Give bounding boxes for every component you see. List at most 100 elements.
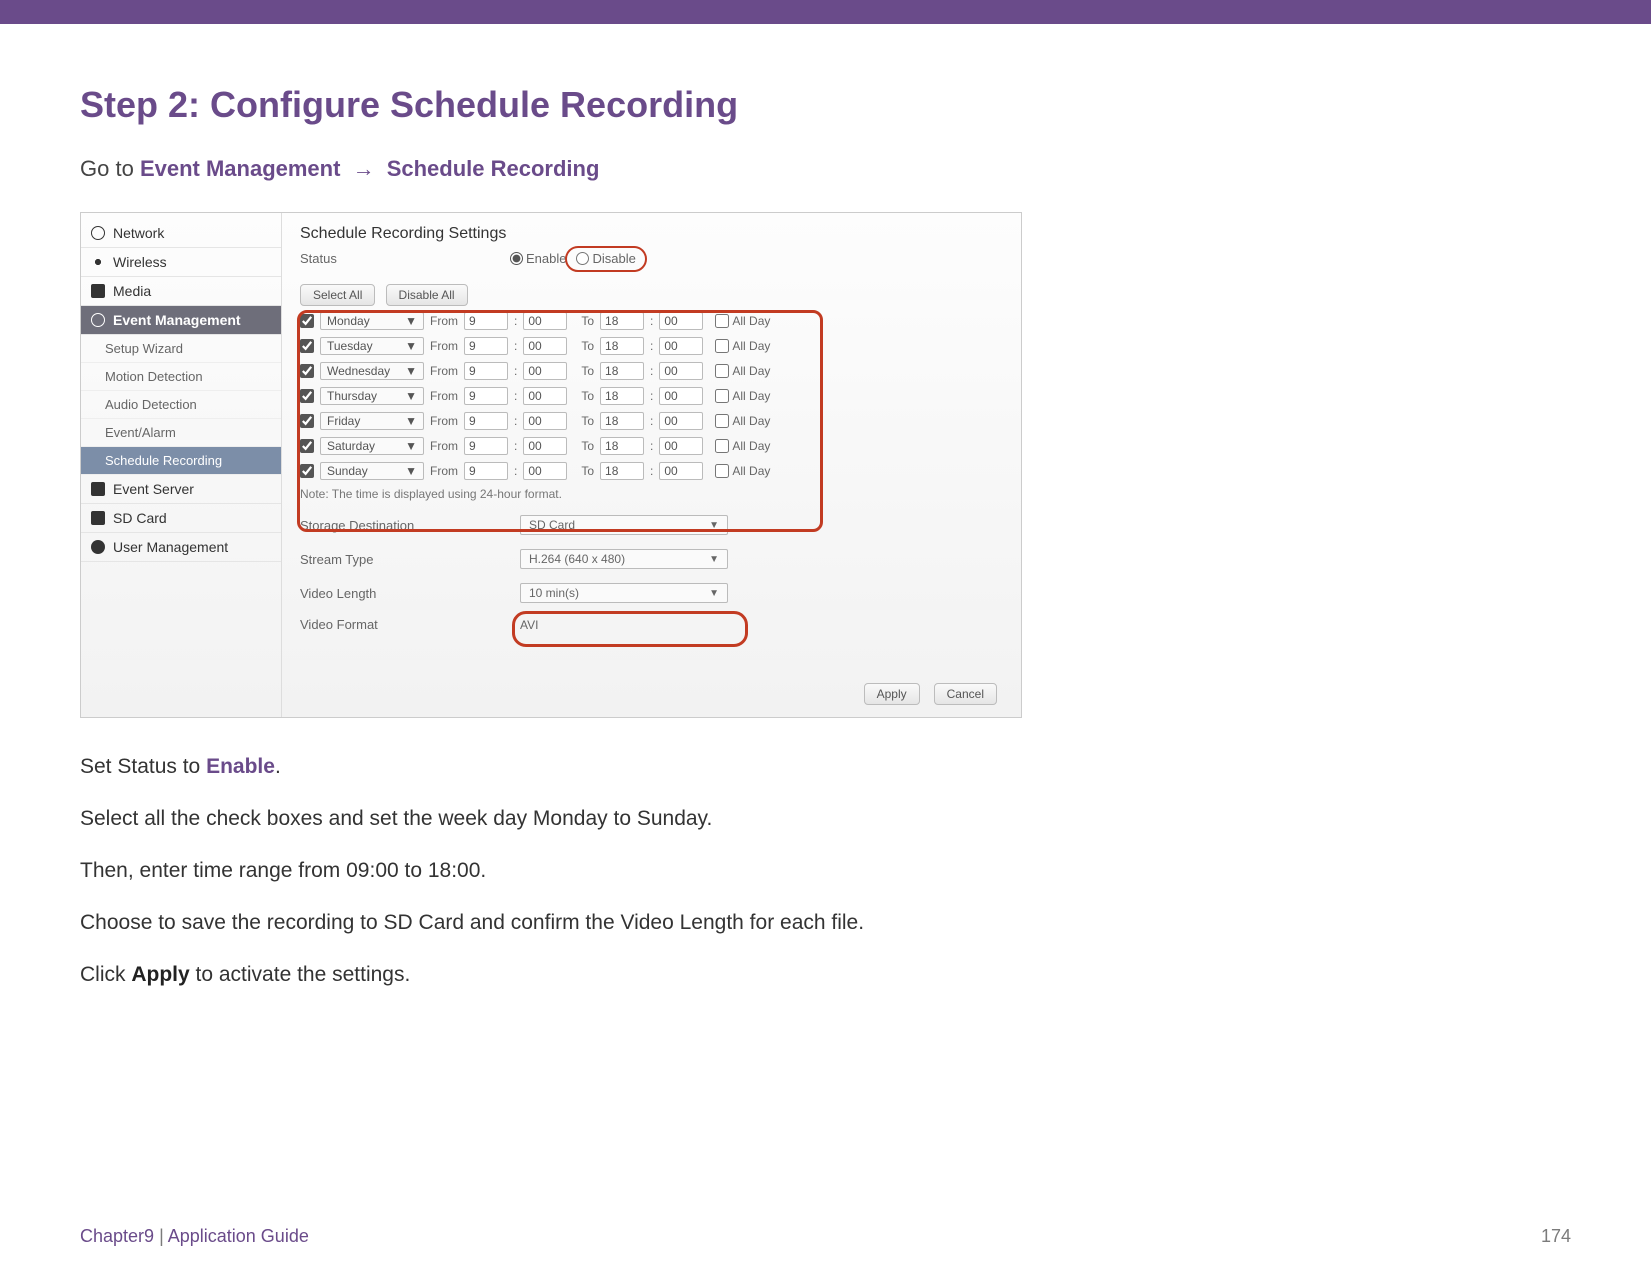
to-hour-input[interactable]: 18 <box>600 437 644 455</box>
from-min-input[interactable]: 00 <box>523 312 567 330</box>
colon-sep: : <box>514 364 517 378</box>
video-length-label: Video Length <box>300 586 520 601</box>
from-hour-input[interactable]: 9 <box>464 362 508 380</box>
from-min-input[interactable]: 00 <box>523 412 567 430</box>
status-row: Status Enable Disable <box>300 251 1003 266</box>
all-day-checkbox[interactable]: All Day <box>715 389 770 403</box>
video-length-row: Video Length 10 min(s)▼ <box>300 583 1003 603</box>
sidebar-item-audio-detection[interactable]: Audio Detection <box>81 391 281 419</box>
apply-button[interactable]: Apply <box>864 683 920 705</box>
sidebar-item-schedule-recording[interactable]: Schedule Recording <box>81 447 281 475</box>
chevron-down-icon: ▼ <box>405 314 417 328</box>
from-hour-input[interactable]: 9 <box>464 337 508 355</box>
from-min-input[interactable]: 00 <box>523 387 567 405</box>
day-checkbox[interactable] <box>300 464 314 478</box>
status-enable-radio[interactable]: Enable <box>510 251 566 266</box>
from-hour-input[interactable]: 9 <box>464 437 508 455</box>
storage-select[interactable]: SD Card▼ <box>520 515 728 535</box>
goto-prefix: Go to <box>80 156 134 181</box>
to-min-input[interactable]: 00 <box>659 337 703 355</box>
to-hour-input[interactable]: 18 <box>600 412 644 430</box>
cancel-button[interactable]: Cancel <box>934 683 997 705</box>
from-hour-input[interactable]: 9 <box>464 412 508 430</box>
day-select[interactable]: Monday▼ <box>320 312 424 330</box>
to-min-input[interactable]: 00 <box>659 387 703 405</box>
step-heading: Step 2: Configure Schedule Recording <box>80 84 1571 126</box>
day-checkbox[interactable] <box>300 314 314 328</box>
from-min-input[interactable]: 00 <box>523 337 567 355</box>
instruction-line-1: Set Status to Enable. <box>80 746 1571 788</box>
sidebar-item-media[interactable]: Media <box>81 277 281 306</box>
goto-path-2: Schedule Recording <box>387 156 600 181</box>
to-min-input[interactable]: 00 <box>659 412 703 430</box>
all-day-checkbox[interactable]: All Day <box>715 314 770 328</box>
day-select[interactable]: Thursday▼ <box>320 387 424 405</box>
from-hour-input[interactable]: 9 <box>464 312 508 330</box>
all-day-checkbox[interactable]: All Day <box>715 414 770 428</box>
from-hour-input[interactable]: 9 <box>464 462 508 480</box>
sidebar-item-event-server[interactable]: Event Server <box>81 475 281 504</box>
status-disable-radio[interactable]: Disable <box>576 251 635 266</box>
instr5-a: Click <box>80 963 131 986</box>
sidebar-item-setup-wizard[interactable]: Setup Wizard <box>81 335 281 363</box>
chevron-down-icon: ▼ <box>405 339 417 353</box>
schedule-table: Monday▼From9:00To18:00 All DayTuesday▼Fr… <box>300 312 1003 480</box>
sidebar-item-event-management[interactable]: Event Management <box>81 306 281 335</box>
arrow-icon: → <box>353 156 375 182</box>
day-select[interactable]: Wednesday▼ <box>320 362 424 380</box>
to-min-input[interactable]: 00 <box>659 312 703 330</box>
disable-all-button[interactable]: Disable All <box>386 284 468 306</box>
footer-sep: | <box>154 1226 168 1246</box>
from-min-input[interactable]: 00 <box>523 362 567 380</box>
day-select[interactable]: Friday▼ <box>320 412 424 430</box>
from-min-input[interactable]: 00 <box>523 437 567 455</box>
chevron-down-icon: ▼ <box>709 588 719 599</box>
select-all-button[interactable]: Select All <box>300 284 375 306</box>
to-hour-input[interactable]: 18 <box>600 462 644 480</box>
time-format-note: Note: The time is displayed using 24-hou… <box>300 487 1003 501</box>
instruction-line-5: Click Apply to activate the settings. <box>80 954 1571 996</box>
all-day-label: All Day <box>732 314 770 328</box>
to-hour-input[interactable]: 18 <box>600 312 644 330</box>
chevron-down-icon: ▼ <box>709 554 719 565</box>
day-checkbox[interactable] <box>300 389 314 403</box>
page-footer: Chapter9 | Application Guide 174 <box>80 1226 1571 1247</box>
user-icon <box>91 540 105 554</box>
from-min-input[interactable]: 00 <box>523 462 567 480</box>
to-min-input[interactable]: 00 <box>659 437 703 455</box>
to-hour-input[interactable]: 18 <box>600 337 644 355</box>
sidebar-item-wireless[interactable]: Wireless <box>81 248 281 277</box>
day-checkbox[interactable] <box>300 414 314 428</box>
to-label: To <box>581 389 594 403</box>
all-day-checkbox[interactable]: All Day <box>715 439 770 453</box>
day-checkbox[interactable] <box>300 439 314 453</box>
to-min-input[interactable]: 00 <box>659 362 703 380</box>
to-label: To <box>581 339 594 353</box>
document-top-bar <box>0 0 1651 24</box>
sidebar-item-user-management[interactable]: User Management <box>81 533 281 562</box>
to-hour-input[interactable]: 18 <box>600 362 644 380</box>
sidebar-item-event-alarm[interactable]: Event/Alarm <box>81 419 281 447</box>
day-checkbox[interactable] <box>300 364 314 378</box>
colon-sep: : <box>650 364 653 378</box>
all-day-checkbox[interactable]: All Day <box>715 364 770 378</box>
all-day-checkbox[interactable]: All Day <box>715 464 770 478</box>
day-select[interactable]: Tuesday▼ <box>320 337 424 355</box>
video-length-select[interactable]: 10 min(s)▼ <box>520 583 728 603</box>
day-checkbox[interactable] <box>300 339 314 353</box>
all-day-label: All Day <box>732 464 770 478</box>
sidebar-item-network[interactable]: Network <box>81 219 281 248</box>
from-hour-input[interactable]: 9 <box>464 387 508 405</box>
colon-sep: : <box>650 339 653 353</box>
chevron-down-icon: ▼ <box>405 389 417 403</box>
day-select[interactable]: Saturday▼ <box>320 437 424 455</box>
to-min-input[interactable]: 00 <box>659 462 703 480</box>
sidebar-item-motion-detection[interactable]: Motion Detection <box>81 363 281 391</box>
all-day-checkbox[interactable]: All Day <box>715 339 770 353</box>
to-hour-input[interactable]: 18 <box>600 387 644 405</box>
sidebar-label: Schedule Recording <box>105 453 222 468</box>
sidebar-item-sd-card[interactable]: SD Card <box>81 504 281 533</box>
schedule-row: Wednesday▼From9:00To18:00 All Day <box>300 362 1003 380</box>
stream-select[interactable]: H.264 (640 x 480)▼ <box>520 549 728 569</box>
day-select[interactable]: Sunday▼ <box>320 462 424 480</box>
